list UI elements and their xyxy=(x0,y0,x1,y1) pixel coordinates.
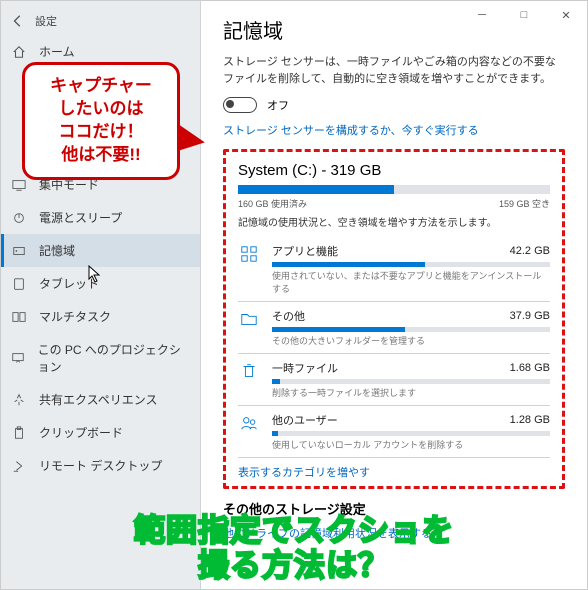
trash-icon xyxy=(238,360,260,382)
item-title: アプリと機能 xyxy=(272,243,338,259)
usage-desc: 記憶域の使用状況と、空き領域を増やす方法を示します。 xyxy=(238,214,550,229)
multitask-icon xyxy=(11,309,27,325)
free-label: 159 GB 空き xyxy=(499,197,550,210)
sidebar-item-remote[interactable]: リモート デスクトップ xyxy=(1,449,200,482)
sidebar-home-label: ホーム xyxy=(39,43,75,60)
window-controls: ─ □ ✕ xyxy=(461,1,587,29)
item-desc: 使用されていない、または不要なアプリと機能をアンインストールする xyxy=(272,269,550,295)
sidebar-item-multitask[interactable]: マルチタスク xyxy=(1,300,200,333)
cursor-icon xyxy=(88,265,102,283)
item-desc: 削除する一時ファイルを選択します xyxy=(272,386,550,399)
item-size: 42.2 GB xyxy=(510,245,550,257)
item-title: その他 xyxy=(272,308,305,324)
titlebar: 設定 xyxy=(1,7,200,35)
item-title: 他のユーザー xyxy=(272,412,338,428)
power-icon xyxy=(11,210,27,226)
storage-sense-toggle[interactable] xyxy=(223,97,257,113)
sidebar-item-label: リモート デスクトップ xyxy=(39,457,162,474)
item-desc: 使用していないローカル アカウントを削除する xyxy=(272,438,550,451)
clipboard-icon xyxy=(11,425,27,441)
sidebar-item-label: 記憶域 xyxy=(39,242,75,259)
storage-item-apps[interactable]: アプリと機能 42.2 GB 使用されていない、または不要なアプリと機能をアンイン… xyxy=(238,237,550,302)
sidebar-item-label: 電源とスリープ xyxy=(39,209,122,226)
minimize-button[interactable]: ─ xyxy=(461,1,503,29)
sidebar-item-label: この PC へのプロジェクション xyxy=(38,341,190,375)
sidebar-item-shared[interactable]: 共有エクスペリエンス xyxy=(1,383,200,416)
drive-title: System (C:) - 319 GB xyxy=(238,162,550,179)
back-icon[interactable] xyxy=(11,14,25,28)
item-desc: その他の大きいフォルダーを管理する xyxy=(272,334,550,347)
toggle-label: オフ xyxy=(267,97,289,113)
projection-icon xyxy=(11,350,26,366)
window-title: 設定 xyxy=(35,13,57,29)
main-panel: ─ □ ✕ 記憶域 ストレージ センサーは、一時ファイルやごみ箱の内容などの不要… xyxy=(201,1,587,589)
apps-icon xyxy=(238,243,260,265)
folder-icon xyxy=(238,308,260,330)
annotation-callout: キャプチャー したいのは ココだけ！ 他は不要!! xyxy=(22,62,180,180)
storage-icon xyxy=(11,243,27,259)
storage-item-temp[interactable]: 一時ファイル 1.68 GB 削除する一時ファイルを選択します xyxy=(238,354,550,406)
sidebar-item-projection[interactable]: この PC へのプロジェクション xyxy=(1,333,200,383)
home-icon xyxy=(11,44,27,60)
storage-sense-desc: ストレージ センサーは、一時ファイルやごみ箱の内容などの不要なファイルを削除して… xyxy=(223,54,565,87)
storage-item-users[interactable]: 他のユーザー 1.28 GB 使用していないローカル アカウントを削除する xyxy=(238,406,550,458)
users-icon xyxy=(238,412,260,434)
close-button[interactable]: ✕ xyxy=(545,1,587,29)
item-size: 37.9 GB xyxy=(510,310,550,322)
highlighted-region: System (C:) - 319 GB 160 GB 使用済み 159 GB … xyxy=(223,149,565,489)
shared-icon xyxy=(11,392,27,408)
item-title: 一時ファイル xyxy=(272,360,338,376)
sidebar-item-storage[interactable]: 記憶域 xyxy=(1,234,200,267)
item-size: 1.68 GB xyxy=(510,362,550,374)
tablet-icon xyxy=(11,276,27,292)
maximize-button[interactable]: □ xyxy=(503,1,545,29)
item-size: 1.28 GB xyxy=(510,414,550,426)
display-icon xyxy=(11,177,27,193)
drive-usage-fill xyxy=(238,185,394,194)
sidebar-item-power[interactable]: 電源とスリープ xyxy=(1,201,200,234)
more-categories-link[interactable]: 表示するカテゴリを増やす xyxy=(238,464,550,480)
remote-icon xyxy=(11,458,27,474)
drive-usage-bar xyxy=(238,185,550,194)
overlay-caption: 範囲指定でスクショを 撮る方法は？ xyxy=(0,513,588,584)
storage-item-other[interactable]: その他 37.9 GB その他の大きいフォルダーを管理する xyxy=(238,302,550,354)
used-label: 160 GB 使用済み xyxy=(238,197,307,210)
configure-link[interactable]: ストレージ センサーを構成するか、今すぐ実行する xyxy=(223,125,479,137)
sidebar-item-label: 共有エクスペリエンス xyxy=(39,391,158,408)
sidebar-item-label: マルチタスク xyxy=(39,308,111,325)
sidebar-item-clipboard[interactable]: クリップボード xyxy=(1,416,200,449)
sidebar-item-label: クリップボード xyxy=(39,424,123,441)
